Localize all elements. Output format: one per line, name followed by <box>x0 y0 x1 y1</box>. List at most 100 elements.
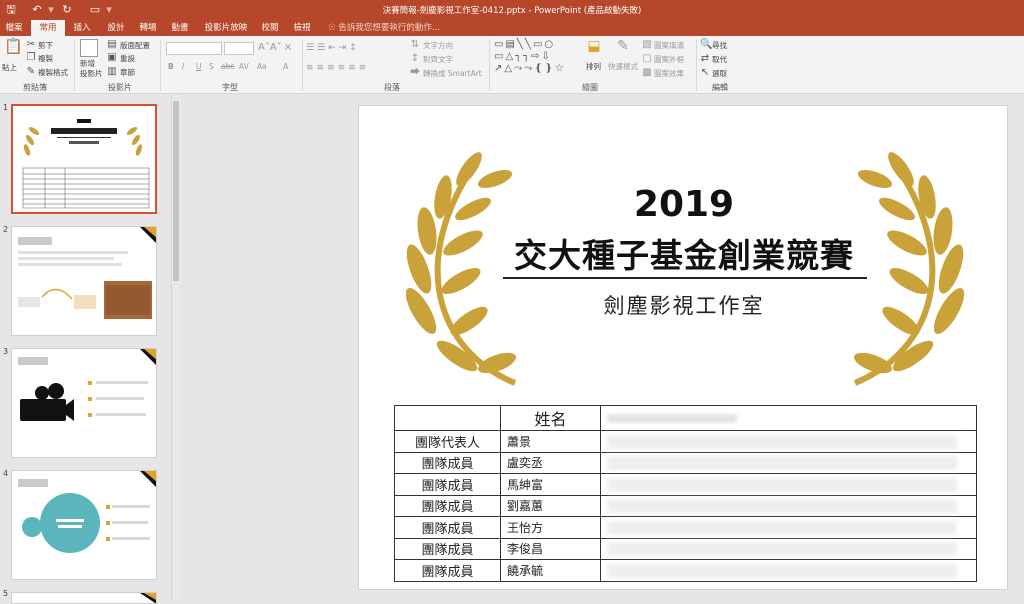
tab-review[interactable]: 校閱 <box>258 20 282 36</box>
paste-icon[interactable]: 📋 <box>4 39 23 60</box>
shape-effects-button[interactable]: 圖案效果 <box>654 68 684 79</box>
convert-smartart-button[interactable]: 轉換成 SmartArt <box>423 68 482 79</box>
tab-insert[interactable]: 插入 <box>70 20 94 36</box>
lightbulb-icon: ☉ <box>328 23 336 33</box>
font-color-button[interactable]: A <box>283 62 288 71</box>
table-row: 團隊成員 饒承毓 <box>394 559 977 582</box>
font-size-grow-shrink-icon[interactable]: A˄A˅ <box>258 42 282 54</box>
thumbnail-number: 1 <box>3 103 9 112</box>
copy-icon: ❐ <box>26 52 36 63</box>
tab-design[interactable]: 設計 <box>104 20 128 36</box>
reset-button[interactable]: 重設 <box>120 53 135 64</box>
clear-formatting-icon[interactable]: ⨯ <box>282 42 294 54</box>
copy-button[interactable]: 複製 <box>38 53 53 64</box>
text-direction-button[interactable]: 文字方向 <box>423 40 453 51</box>
table-row: 團隊代表人 蕭景 <box>394 430 977 453</box>
table-cell-name: 蕭景 <box>500 430 601 453</box>
format-painter-icon: ✎ <box>26 66 36 77</box>
cut-icon: ✂ <box>26 39 36 50</box>
cut-button[interactable]: 剪下 <box>38 40 53 51</box>
blurred-text <box>607 414 737 423</box>
change-case-button[interactable]: Aa <box>257 62 267 71</box>
strikethrough-button[interactable]: abc <box>221 62 234 71</box>
group-label-editing: 編輯 <box>712 83 728 92</box>
align-text-button[interactable]: 對齊文字 <box>423 54 453 65</box>
thumbnails-scrollbar[interactable] <box>171 95 180 599</box>
slide-thumbnail-4[interactable] <box>11 470 157 580</box>
slide-subtitle[interactable]: 劍塵影視工作室 <box>359 290 1007 320</box>
table-cell-role: 團隊成員 <box>394 537 501 560</box>
table-cell-name: 盧奕丞 <box>500 451 601 474</box>
char-spacing-button[interactable]: AV <box>239 62 249 71</box>
table-row: 團隊成員 劉嘉蕙 <box>394 494 977 517</box>
paste-button[interactable]: 貼上 <box>2 62 17 73</box>
underline-button[interactable]: U <box>196 62 202 71</box>
thumbnail-number: 4 <box>3 469 9 478</box>
table-cell-role: 團隊成員 <box>394 494 501 517</box>
tab-home[interactable]: 常用 <box>31 20 65 36</box>
scrollbar-thumb[interactable] <box>173 101 179 281</box>
layout-icon: ▤ <box>107 39 117 50</box>
slide-thumbnail-2[interactable] <box>11 226 157 336</box>
tab-file[interactable]: 檔案 <box>2 20 26 36</box>
new-slide-button[interactable]: 新增 投影片 <box>80 59 103 79</box>
title-bar: 🖫 ↶ ▾ ↻ ▭ ▾ 決賽簡報-劍塵影視工作室-0412.pptx - Pow… <box>0 0 1024 20</box>
tab-animations[interactable]: 動畫 <box>168 20 192 36</box>
table-cell-role: 團隊成員 <box>394 516 501 539</box>
select-button[interactable]: 選取 <box>712 68 727 79</box>
team-table[interactable]: 姓名 團隊代表人 蕭景 團隊成員 盧奕丞 團隊成員 馬紳富 團隊成員 劉嘉蕙 團… <box>394 405 977 582</box>
slide-title[interactable]: 交大種子基金創業競賽 <box>359 229 1007 277</box>
table-cell-role: 團隊成員 <box>394 473 501 496</box>
shape-outline-button[interactable]: 圖案外框 <box>654 54 684 65</box>
arrange-icon[interactable]: ⬓ <box>586 39 602 58</box>
slide-thumbnail-3[interactable] <box>11 348 157 458</box>
select-icon: ↖ <box>700 67 710 78</box>
tab-view[interactable]: 檢視 <box>290 20 314 36</box>
table-cell-name: 劉嘉蕙 <box>500 494 601 517</box>
slide-year[interactable]: 2019 <box>359 184 1007 225</box>
italic-button[interactable]: I <box>182 62 184 71</box>
shapes-gallery[interactable]: ▭▤╲╲▭○ ▭△┐┐⇨⇩ ↗△⤳⤳❴❵☆ <box>494 39 576 75</box>
table-cell-name: 李俊昌 <box>500 537 601 560</box>
quick-styles-icon[interactable]: ✎ <box>614 39 632 58</box>
title-divider <box>503 277 867 279</box>
tab-slideshow[interactable]: 投影片放映 <box>202 20 250 36</box>
alignment-icons[interactable]: ≡≡≡≡≡≡ <box>306 62 394 74</box>
thumbnail-preview <box>18 471 156 553</box>
shadow-button[interactable]: S <box>209 62 214 71</box>
shape-fill-button[interactable]: 圖案填滿 <box>654 40 684 51</box>
thumbnail-number: 3 <box>3 347 9 356</box>
blurred-text <box>607 434 957 449</box>
table-cell-name: 王怡方 <box>500 516 601 539</box>
thumbnail-preview <box>18 349 156 421</box>
table-cell-role: 團隊代表人 <box>394 430 501 453</box>
new-slide-icon[interactable] <box>80 39 98 57</box>
arrange-button[interactable]: 排列 <box>586 61 601 72</box>
find-button[interactable]: 尋找 <box>712 40 727 51</box>
table-row: 團隊成員 盧奕丞 <box>394 451 977 474</box>
replace-button[interactable]: 取代 <box>712 54 727 65</box>
format-painter-button[interactable]: 複製格式 <box>38 67 68 78</box>
slide-thumbnail-1[interactable] <box>11 104 157 214</box>
table-header-row: 姓名 <box>394 405 977 431</box>
tell-me-box[interactable]: ☉ 告訴我您想要執行的動作... <box>328 20 440 36</box>
font-name-input[interactable] <box>166 42 222 55</box>
slide-canvas[interactable]: 2019 交大種子基金創業競賽 劍塵影視工作室 姓名 團隊代表人 蕭景 團隊成員… <box>358 105 1008 590</box>
find-icon: 🔍 <box>700 39 713 50</box>
group-label-clipboard: 剪貼簿 <box>23 83 47 92</box>
layout-button[interactable]: 版面配置 <box>120 40 150 51</box>
thumbnail-number: 2 <box>3 225 9 234</box>
section-button[interactable]: 章節 <box>120 67 135 78</box>
font-size-input[interactable] <box>224 42 254 55</box>
slide-thumbnail-5[interactable] <box>11 592 157 604</box>
bold-button[interactable]: B <box>168 62 174 71</box>
list-icons[interactable]: ☰☰⇤⇥↕ <box>306 42 386 54</box>
table-cell-affiliation <box>600 559 977 582</box>
table-header-affiliation <box>600 405 977 431</box>
tab-transitions[interactable]: 轉場 <box>136 20 160 36</box>
thumbnail-number: 5 <box>3 589 9 598</box>
group-label-font: 字型 <box>222 83 238 92</box>
shape-outline-icon: ▢ <box>642 53 652 64</box>
quick-styles-button[interactable]: 快速樣式 <box>608 61 638 72</box>
table-cell-affiliation <box>600 537 977 560</box>
